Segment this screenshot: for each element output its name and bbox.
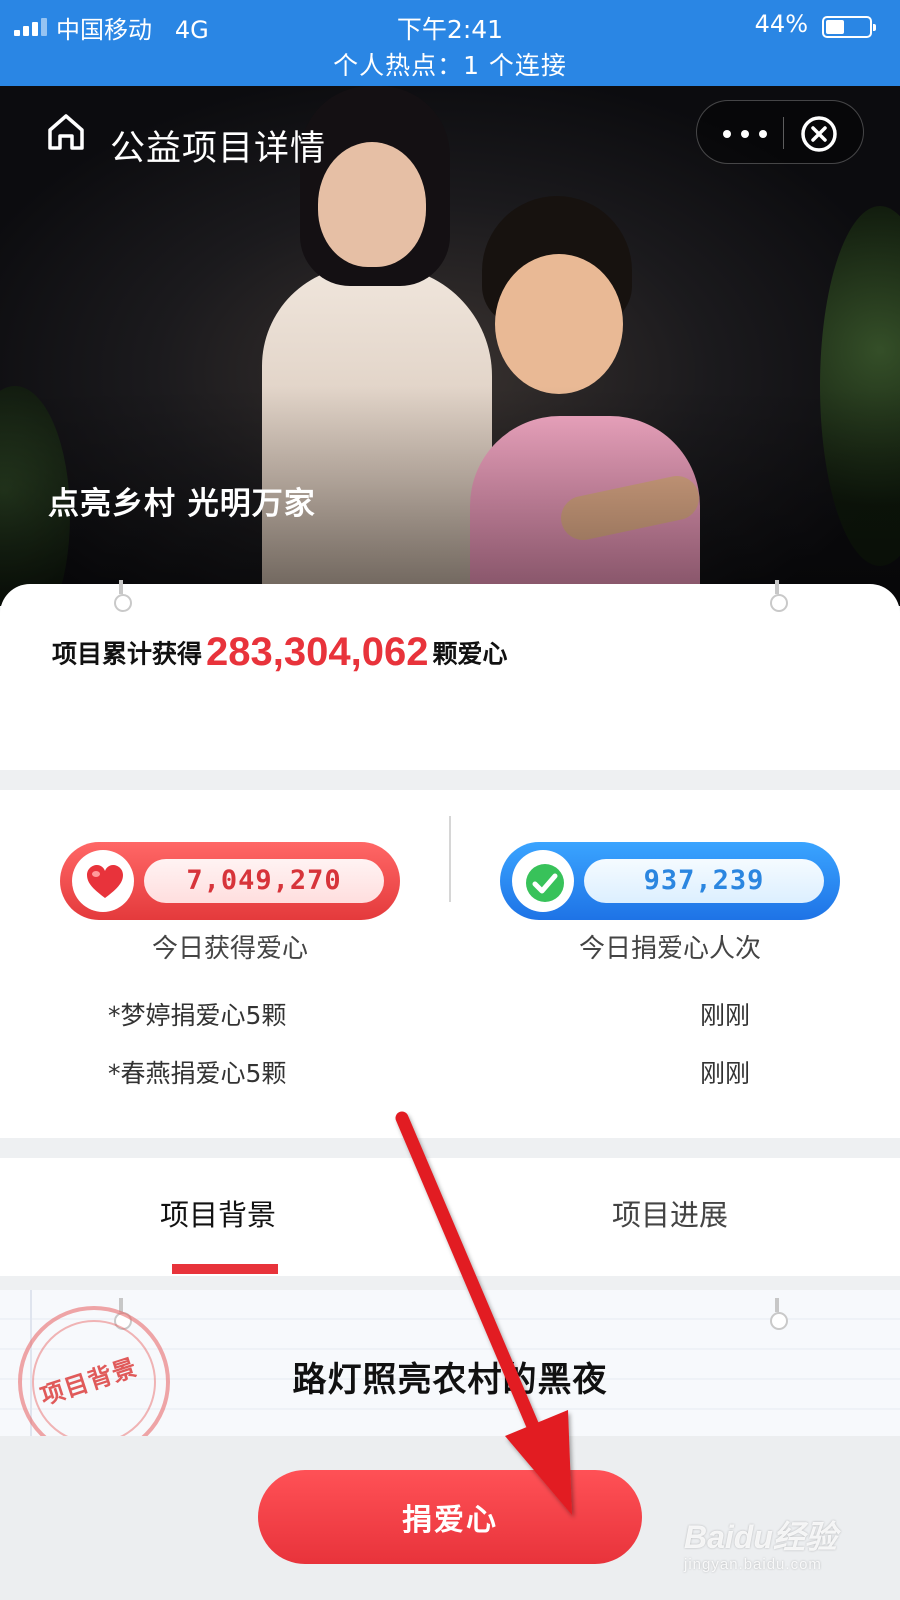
- today-donors-value: 937,239: [643, 865, 765, 896]
- content-card: 项目背景 路灯照亮农村的黑夜: [0, 1290, 900, 1440]
- pin-icon: [770, 1298, 788, 1330]
- stats-card: 7,049,270 937,239 今日获得爱心 今日捐爱心人次 *梦婷捐爱心5…: [0, 790, 900, 1138]
- watermark-url: jingyan.baidu.com: [684, 1556, 822, 1573]
- mini-program-capsule: [696, 100, 864, 164]
- watermark-logo: Baidu经验: [684, 1519, 837, 1555]
- tab-active-indicator: [172, 1264, 278, 1274]
- donate-button[interactable]: 捐爱心: [258, 1470, 642, 1564]
- stats-divider: [449, 816, 451, 902]
- today-donors-pill: 937,239: [500, 842, 840, 920]
- tab-background[interactable]: 项目背景: [160, 1192, 276, 1234]
- total-suffix: 颗爱心: [432, 639, 508, 669]
- tab-progress[interactable]: 项目进展: [612, 1192, 728, 1234]
- today-hearts-pill: 7,049,270: [60, 842, 400, 920]
- feed-name: *梦婷捐爱心5颗: [108, 1001, 287, 1030]
- today-hearts-label: 今日获得爱心: [151, 934, 308, 964]
- check-icon: [512, 850, 574, 912]
- pin-icon: [114, 580, 132, 612]
- feed-name: *春燕捐爱心5颗: [108, 1059, 287, 1088]
- story-title: 路灯照亮农村的黑夜: [292, 1360, 608, 1400]
- total-prefix: 项目累计获得: [52, 639, 203, 669]
- today-hearts-value: 7,049,270: [186, 865, 342, 896]
- hero-image: 公益项目详情 点亮乡村 光明万家: [0, 86, 900, 606]
- total-value: 283,304,062: [206, 630, 429, 674]
- pin-icon: [770, 580, 788, 612]
- feed-time: 刚刚: [700, 1059, 751, 1088]
- tab-bar: 项目背景 项目进展: [0, 1158, 900, 1276]
- today-donors-label: 今日捐爱心人次: [578, 934, 761, 964]
- total-card: 项目累计获得 283,304,062 颗爱心: [0, 580, 900, 770]
- hero-slogan: 点亮乡村 光明万家: [48, 486, 316, 522]
- battery-percent: 44%: [754, 10, 808, 38]
- status-bar: 中国移动 4G 下午2:41 44% 个人热点：1 个连接: [0, 0, 900, 86]
- total-hearts: 项目累计获得 283,304,062 颗爱心: [52, 630, 507, 675]
- home-icon[interactable]: [44, 110, 88, 154]
- page-title: 公益项目详情: [110, 129, 327, 169]
- hotspot-banner[interactable]: 个人热点：1 个连接: [0, 46, 900, 82]
- feed-time: 刚刚: [700, 1001, 751, 1030]
- more-icon[interactable]: [717, 115, 773, 151]
- baidu-watermark: Baidu经验 jingyan.baidu.com: [684, 1512, 837, 1573]
- battery-icon: [822, 16, 876, 38]
- close-icon[interactable]: [799, 114, 839, 154]
- heart-icon: [72, 850, 134, 912]
